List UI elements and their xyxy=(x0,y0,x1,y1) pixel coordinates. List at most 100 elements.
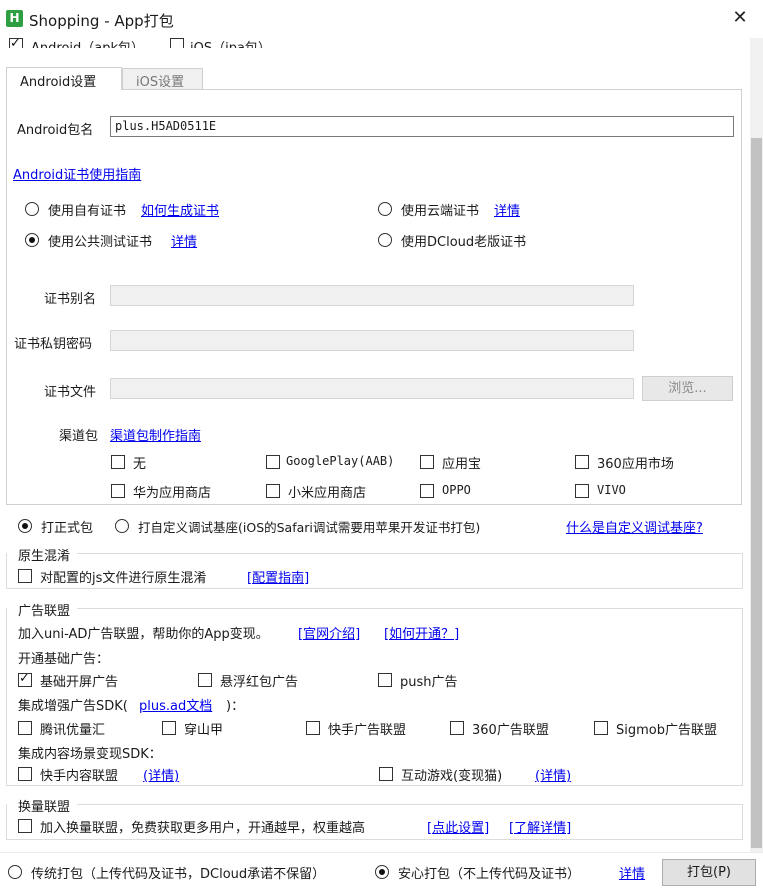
channel-huawei-checkbox[interactable] xyxy=(111,484,125,498)
channel-yingyongbao-label: 应用宝 xyxy=(442,457,482,472)
sdk-kuaishou-checkbox[interactable] xyxy=(306,721,320,735)
exchange-checkbox[interactable] xyxy=(18,819,32,833)
channel-none-checkbox[interactable] xyxy=(111,455,125,469)
ios-platform-checkbox[interactable] xyxy=(170,38,184,48)
channel-huawei-label: 华为应用商店 xyxy=(133,486,212,501)
dcloud-old-cert-label: 使用DCloud老版证书 xyxy=(401,235,527,250)
ads-intro: 加入uni-AD广告联盟，帮助你的App变现。 xyxy=(18,627,269,642)
ad-splash-label: 基础开屏广告 xyxy=(40,675,119,690)
channel-360-checkbox[interactable] xyxy=(575,455,589,469)
obfuscation-checkbox[interactable] xyxy=(18,569,32,583)
public-cert-label: 使用公共测试证书 xyxy=(48,235,153,250)
sdk-360-checkbox[interactable] xyxy=(450,721,464,735)
radio-cloud-cert[interactable] xyxy=(378,202,392,216)
custom-base-link[interactable]: 什么是自定义调试基座? xyxy=(566,517,703,536)
tab-ios[interactable]: iOS设置 xyxy=(122,68,203,90)
sdk-kuaishou-label: 快手广告联盟 xyxy=(328,723,407,738)
channel-xiaomi-label: 小米应用商店 xyxy=(288,486,367,501)
sdk-csj-label: 穿山甲 xyxy=(184,723,224,738)
channel-oppo-label: OPPO xyxy=(442,483,471,497)
radio-own-cert[interactable] xyxy=(25,202,39,216)
tab-android[interactable]: Android设置 xyxy=(6,67,122,90)
cert-guide-link[interactable]: Android证书使用指南 xyxy=(13,164,141,183)
alias-input[interactable] xyxy=(110,285,634,306)
scrollbar[interactable] xyxy=(750,38,763,852)
sdk-tencent-checkbox[interactable] xyxy=(18,721,32,735)
channel-xiaomi-checkbox[interactable] xyxy=(266,484,280,498)
content-game-link[interactable]: (详情) xyxy=(535,765,571,784)
content-kuaishou-label: 快手内容联盟 xyxy=(40,769,119,784)
channel-vivo-label: VIVO xyxy=(597,483,626,497)
channel-360-label: 360应用市场 xyxy=(597,457,674,472)
safe-pack-label: 安心打包（不上传代码及证书） xyxy=(398,867,581,882)
cert-file-input[interactable] xyxy=(110,378,634,399)
ads-sdk-title-prefix: 集成增强广告SDK( xyxy=(18,699,128,714)
custom-base-build-label: 打自定义调试基座(iOS的Safari调试需要用苹果开发证书打包) xyxy=(138,520,481,535)
ads-content-title: 集成内容场景变现SDK： xyxy=(18,747,162,762)
sdk-tencent-label: 腾讯优量汇 xyxy=(40,723,106,738)
password-input[interactable] xyxy=(110,330,634,351)
traditional-pack-label: 传统打包（上传代码及证书，DCloud承诺不保留） xyxy=(31,867,326,882)
alias-label: 证书别名 xyxy=(44,292,97,307)
exchange-label: 加入换量联盟，免费获取更多用户，开通越早，权重越高 xyxy=(40,821,366,836)
package-label: Android包名 xyxy=(17,123,94,138)
package-input[interactable]: plus.H5AD0511E xyxy=(110,116,734,137)
ads-basic-title: 开通基础广告： xyxy=(18,652,110,667)
ads-official-link[interactable]: [官网介绍] xyxy=(298,623,360,642)
channel-googleplay-label: GooglePlay(AAB) xyxy=(286,454,395,468)
content-kuaishou-checkbox[interactable] xyxy=(18,767,32,781)
ads-howto-link[interactable]: [如何开通？] xyxy=(384,623,459,642)
channel-none-label: 无 xyxy=(133,457,147,472)
channel-vivo-checkbox[interactable] xyxy=(575,484,589,498)
channel-yingyongbao-checkbox[interactable] xyxy=(420,455,434,469)
sdk-sigmob-checkbox[interactable] xyxy=(594,721,608,735)
content-kuaishou-link[interactable]: (详情) xyxy=(143,765,179,784)
radio-dcloud-old-cert[interactable] xyxy=(378,233,392,247)
sdk-csj-checkbox[interactable] xyxy=(162,721,176,735)
radio-traditional-pack[interactable] xyxy=(8,865,22,879)
ad-redpacket-label: 悬浮红包广告 xyxy=(220,675,299,690)
own-cert-link[interactable]: 如何生成证书 xyxy=(141,200,219,219)
channel-guide-link[interactable]: 渠道包制作指南 xyxy=(110,425,201,444)
scrollbar-thumb[interactable] xyxy=(751,138,762,848)
content-game-label: 互动游戏(变现猫) xyxy=(401,769,503,784)
cloud-cert-label: 使用云端证书 xyxy=(401,204,480,219)
radio-public-cert[interactable] xyxy=(25,233,39,247)
ads-sdk-doc-link[interactable]: plus.ad文档 xyxy=(139,695,212,714)
sdk-sigmob-label: Sigmob广告联盟 xyxy=(616,723,717,738)
cloud-cert-link[interactable]: 详情 xyxy=(494,200,520,219)
sdk-360-label: 360广告联盟 xyxy=(472,723,549,738)
ios-platform-label: iOS（ipa包） xyxy=(190,37,271,48)
exchange-detail-link[interactable]: [了解详情] xyxy=(509,817,571,836)
platform-row: Android（apk包） iOS（ipa包） xyxy=(0,30,763,48)
ad-push-label: push广告 xyxy=(400,675,458,690)
pack-button[interactable]: 打包(P) xyxy=(662,859,756,886)
own-cert-label: 使用自有证书 xyxy=(48,204,127,219)
obfuscation-title: 原生混淆 xyxy=(16,545,73,564)
browse-button[interactable]: 浏览... xyxy=(642,376,733,401)
content-game-checkbox[interactable] xyxy=(379,767,393,781)
channel-oppo-checkbox[interactable] xyxy=(420,484,434,498)
channel-googleplay-checkbox[interactable] xyxy=(266,455,280,469)
android-settings-panel: Android包名 plus.H5AD0511E Android证书使用指南 使… xyxy=(6,89,742,505)
obfuscation-guide-link[interactable]: [配置指南] xyxy=(247,567,309,586)
obfuscation-label: 对配置的js文件进行原生混淆 xyxy=(40,571,207,586)
safe-pack-detail-link[interactable]: 详情 xyxy=(619,863,645,882)
channel-label: 渠道包 xyxy=(59,429,99,444)
exchange-set-link[interactable]: [点此设置] xyxy=(427,817,489,836)
public-cert-link[interactable]: 详情 xyxy=(171,231,197,250)
ad-splash-checkbox[interactable] xyxy=(18,671,32,687)
radio-formal-build[interactable] xyxy=(18,519,32,533)
app-logo-icon: H xyxy=(6,10,23,27)
password-label: 证书私钥密码 xyxy=(14,337,93,352)
ads-sdk-title-suffix: )： xyxy=(226,699,245,714)
radio-safe-pack[interactable] xyxy=(375,865,389,879)
close-icon[interactable]: ✕ xyxy=(731,9,749,27)
exchange-title: 换量联盟 xyxy=(16,796,73,815)
radio-custom-base-build[interactable] xyxy=(115,519,129,533)
ads-title: 广告联盟 xyxy=(16,600,73,619)
ad-redpacket-checkbox[interactable] xyxy=(198,673,212,687)
window-title: Shopping - App打包 xyxy=(29,12,174,30)
ad-push-checkbox[interactable] xyxy=(378,673,392,687)
android-platform-checkbox[interactable] xyxy=(9,36,23,48)
